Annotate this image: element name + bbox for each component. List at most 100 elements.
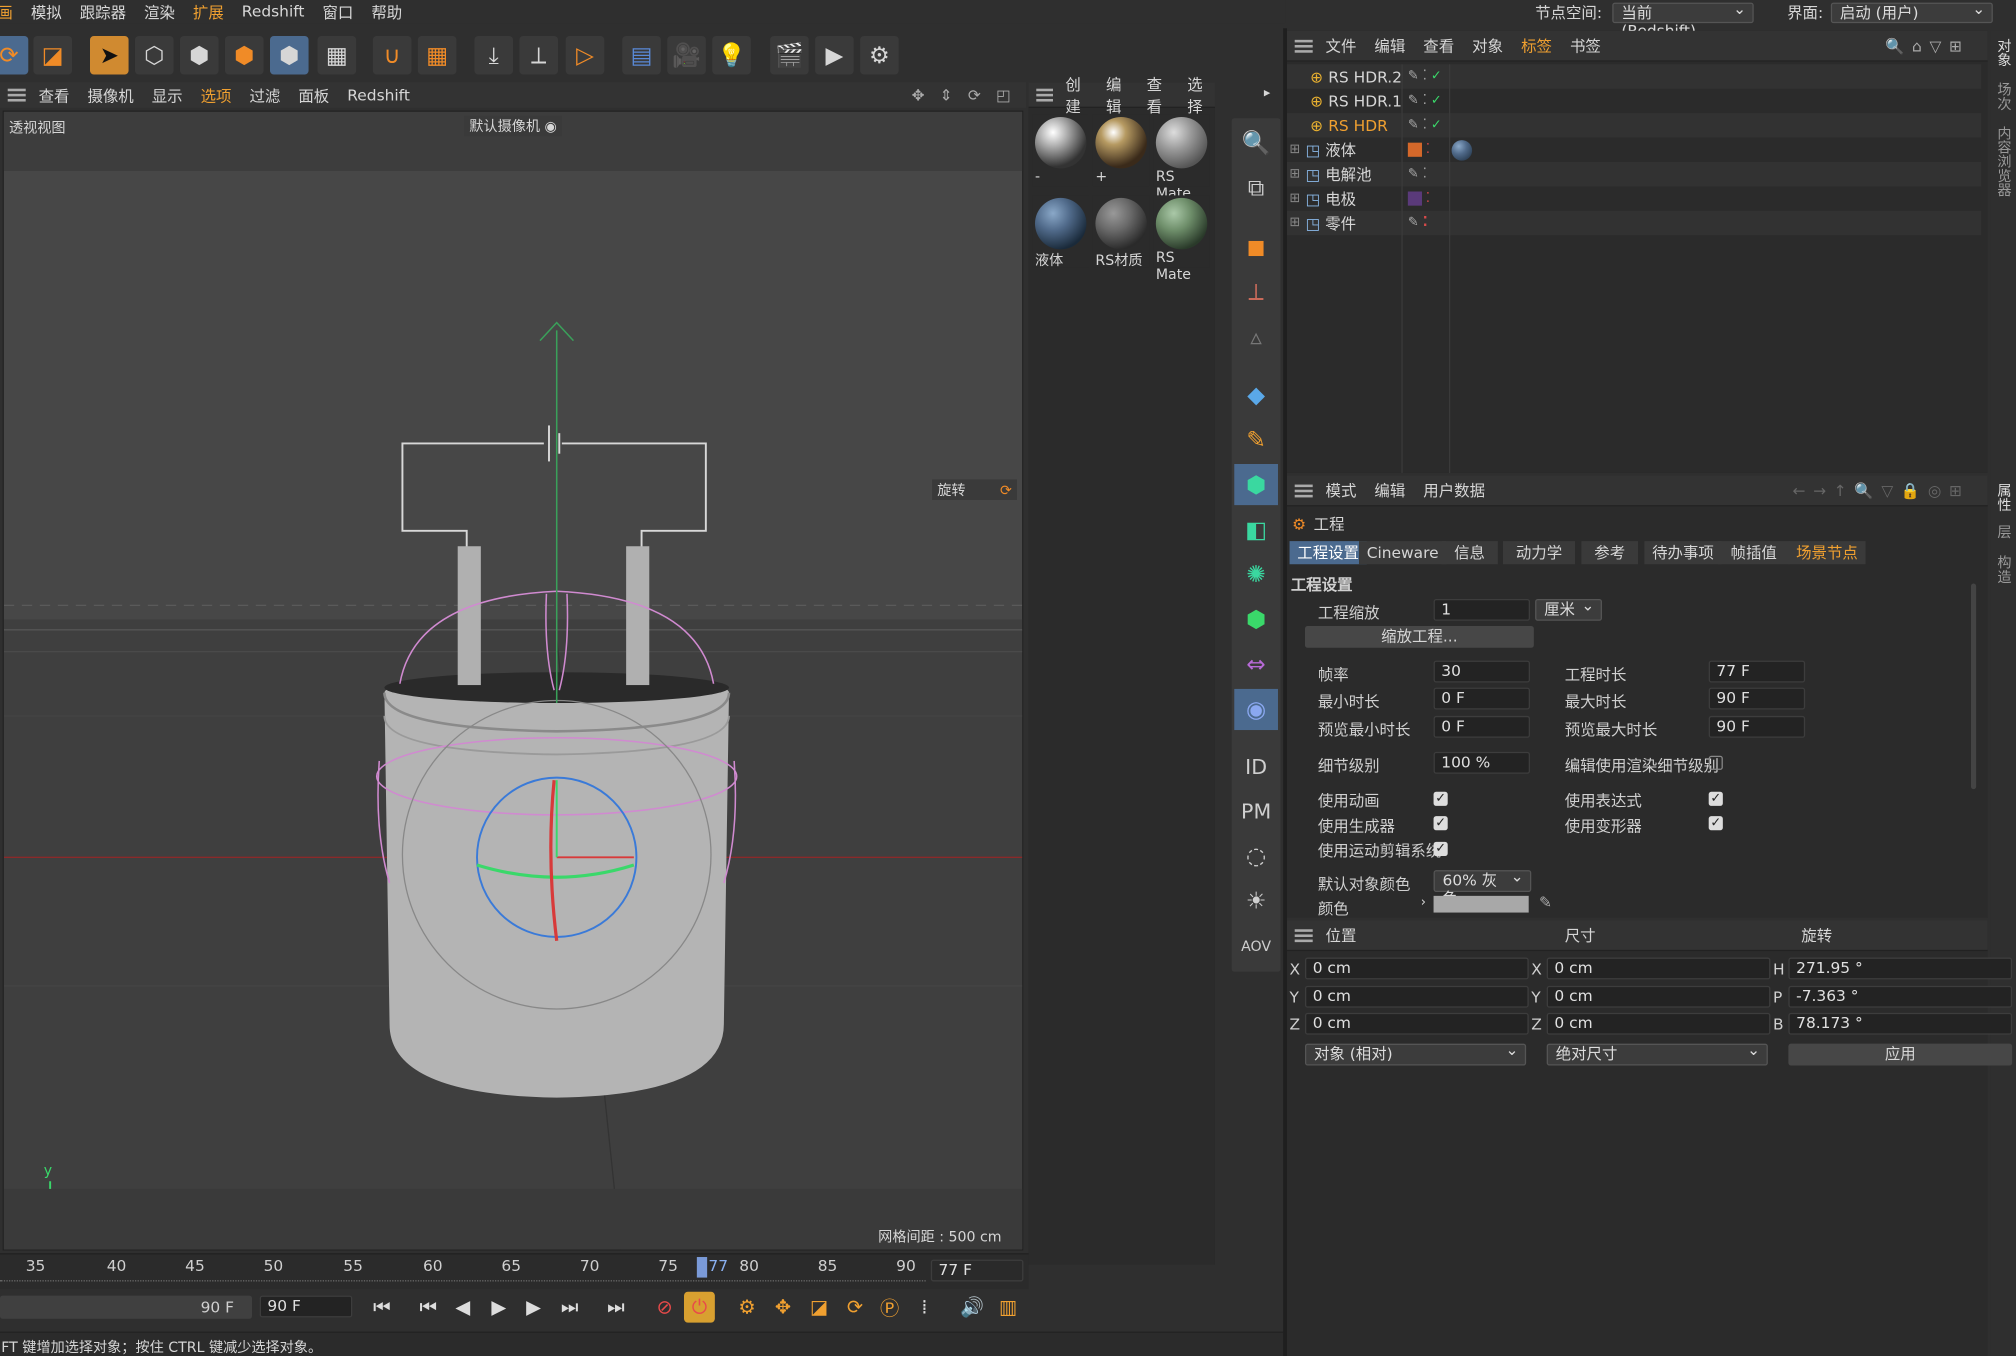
- material-swatch[interactable]: RS Mate: [1153, 195, 1210, 283]
- workplane-icon[interactable]: ▦: [417, 35, 457, 75]
- object-row[interactable]: ⊕ RS HDR.1 ✎ ⁚ ✓: [1287, 89, 1981, 113]
- visibility-dots[interactable]: ⁚: [1426, 143, 1430, 157]
- viewport-menu-item[interactable]: 选项: [201, 84, 232, 106]
- menu-item[interactable]: 渲染: [144, 1, 175, 23]
- side-tab-construct[interactable]: 构造: [1993, 555, 2014, 583]
- node-space-dropdown[interactable]: 当前 (Redshift): [1612, 0, 1754, 39]
- triangle-tool-icon[interactable]: ▵: [1234, 316, 1278, 357]
- object-menu-icon[interactable]: [1294, 39, 1313, 53]
- side-tab-takes[interactable]: 场次: [1993, 82, 2014, 110]
- viewport-menu-item[interactable]: 过滤: [250, 84, 281, 106]
- default-color-dropdown[interactable]: 60% 灰色: [1433, 868, 1532, 907]
- attribute-nav-icons[interactable]: ←→↑🔍▽🔒◎⊞: [1793, 481, 1970, 499]
- menu-item[interactable]: Redshift: [242, 3, 305, 21]
- material-tag-icon[interactable]: [1451, 139, 1473, 161]
- material-swatch[interactable]: RS Mate: [1153, 114, 1210, 202]
- sound-icon[interactable]: 🔊: [957, 1292, 988, 1323]
- pos-z-field[interactable]: 0 cm: [1304, 1012, 1529, 1035]
- deformer-icon[interactable]: ⇔: [1234, 644, 1278, 685]
- color-swatch[interactable]: [1433, 895, 1529, 913]
- rot-h-field[interactable]: 271.95 °: [1788, 957, 2013, 980]
- pos-x-field[interactable]: 0 cm: [1304, 957, 1529, 980]
- edges-mode-icon[interactable]: ⬢: [179, 35, 219, 75]
- model-mode-icon[interactable]: ⬢: [269, 35, 309, 75]
- object-menu-item[interactable]: 查看: [1423, 35, 1454, 57]
- viewport-menu-item[interactable]: 面板: [298, 84, 329, 106]
- object-tools-icons[interactable]: 🔍⌂▽⊞: [1885, 37, 1970, 55]
- max-length-field[interactable]: 90 F: [1708, 687, 1806, 710]
- polygons-mode-icon[interactable]: ⬢: [224, 35, 264, 75]
- floor-grid-icon[interactable]: ▤: [622, 35, 661, 75]
- tab-reference[interactable]: 参考: [1581, 541, 1639, 565]
- end-frame-field[interactable]: 90 F: [259, 1295, 353, 1318]
- layer-color-swatch[interactable]: [1407, 142, 1422, 157]
- tab-info[interactable]: 信息: [1441, 541, 1498, 565]
- key-rotation-icon[interactable]: ⟳: [840, 1292, 871, 1323]
- render-lod-checkbox[interactable]: [1708, 755, 1723, 770]
- next-key-icon[interactable]: ⏭: [554, 1292, 585, 1323]
- extrude-icon[interactable]: ◧: [1234, 509, 1278, 550]
- attribute-menu-item[interactable]: 编辑: [1374, 479, 1405, 501]
- menu-item[interactable]: 画: [0, 1, 13, 23]
- lod-field[interactable]: 100 %: [1433, 751, 1530, 774]
- tab-todo[interactable]: 待办事项: [1644, 541, 1722, 565]
- object-menu-item[interactable]: 书签: [1570, 35, 1601, 57]
- side-tab-attributes[interactable]: 属性: [1993, 483, 2014, 511]
- visibility-dots[interactable]: ✎ ⁚ ✓: [1408, 94, 1442, 108]
- menu-item[interactable]: 跟踪器: [80, 1, 126, 23]
- id-icon[interactable]: ID: [1234, 745, 1278, 786]
- visibility-dots[interactable]: ✎ ⁚: [1408, 167, 1427, 181]
- autokey-icon[interactable]: ⏻: [683, 1291, 715, 1323]
- object-row[interactable]: ⊕ RS HDR.2 ✎ ⁚ ✓: [1286, 64, 1982, 89]
- object-menu-item[interactable]: 对象: [1472, 35, 1503, 57]
- tab-interpolation[interactable]: 帧插值: [1717, 541, 1790, 565]
- key-param-icon[interactable]: Ⓟ: [874, 1292, 905, 1323]
- rot-p-field[interactable]: -7.363 °: [1788, 985, 2013, 1008]
- prev-key-icon[interactable]: ⏮: [413, 1292, 444, 1323]
- render-settings-icon[interactable]: ⚙: [860, 35, 899, 75]
- object-menu-item[interactable]: 编辑: [1374, 35, 1405, 57]
- expand-icon[interactable]: ⊞: [1290, 143, 1301, 157]
- object-menu-item[interactable]: 标签: [1521, 35, 1552, 57]
- side-tab-objects[interactable]: 对象: [1993, 39, 2014, 67]
- playhead[interactable]: [696, 1257, 708, 1278]
- snap-icon[interactable]: ∪: [372, 35, 412, 75]
- min-length-field[interactable]: 0 F: [1433, 687, 1530, 710]
- next-frame-icon[interactable]: ▶: [518, 1292, 549, 1323]
- voxel-icon[interactable]: ⬢: [1234, 599, 1278, 640]
- rotate-hud[interactable]: 旋转 ⟳: [932, 479, 1017, 500]
- texture-mode-icon[interactable]: ▦: [317, 35, 357, 75]
- material-swatch[interactable]: 液体: [1032, 195, 1089, 269]
- key-pla-icon[interactable]: ⁞: [909, 1292, 940, 1323]
- attribute-scrollbar[interactable]: [1970, 583, 1977, 790]
- viewport-menu-item[interactable]: 显示: [152, 84, 183, 106]
- viewport-menu-item[interactable]: 查看: [39, 84, 70, 106]
- attribute-menu-icon[interactable]: [1294, 483, 1313, 497]
- material-menu-item[interactable]: 创建: [1065, 73, 1093, 117]
- render-view-icon[interactable]: ▶: [815, 35, 854, 75]
- size-x-field[interactable]: 0 cm: [1546, 957, 1771, 980]
- visibility-dots[interactable]: ✎ ⁚ ✓: [1408, 118, 1442, 132]
- light-icon[interactable]: 💡: [712, 35, 751, 75]
- preview-max-field[interactable]: 90 F: [1708, 715, 1806, 738]
- mograph-cloner-icon[interactable]: ✺: [1234, 554, 1278, 595]
- material-menu-item[interactable]: 查看: [1147, 73, 1175, 117]
- tab-dynamics[interactable]: 动力学: [1502, 541, 1576, 565]
- points-mode-icon[interactable]: ⬡: [134, 35, 174, 75]
- tab-project-settings[interactable]: 工程设置: [1289, 541, 1367, 565]
- use-animation-checkbox[interactable]: ✓: [1433, 791, 1448, 806]
- menu-item[interactable]: 帮助: [371, 1, 402, 23]
- menu-item[interactable]: 扩展: [193, 1, 224, 23]
- expand-icon[interactable]: ⊞: [1290, 192, 1301, 206]
- current-frame-field[interactable]: 77 F: [930, 1259, 1024, 1282]
- attribute-menu-item[interactable]: 模式: [1326, 479, 1357, 501]
- object-row[interactable]: ⊞ ◳ 电解池 ✎ ⁚: [1286, 161, 1982, 187]
- tab-scene-nodes[interactable]: 场景节点: [1788, 541, 1866, 565]
- viewport-menu-item[interactable]: Redshift: [347, 86, 410, 104]
- go-to-end-icon[interactable]: ⏭: [600, 1292, 631, 1323]
- apply-button[interactable]: 应用: [1788, 1043, 2013, 1066]
- size-z-field[interactable]: 0 cm: [1546, 1012, 1771, 1035]
- viewport-menu-icon[interactable]: [7, 88, 26, 102]
- use-deformers-checkbox[interactable]: ✓: [1708, 816, 1723, 831]
- environment-icon[interactable]: ◌: [1234, 835, 1278, 876]
